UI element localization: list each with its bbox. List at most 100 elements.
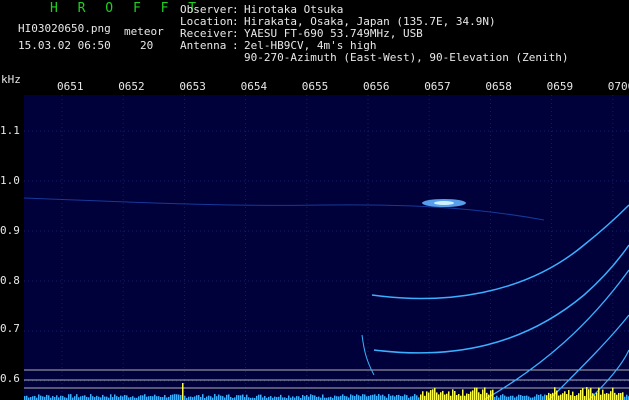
y-axis-unit: kHz bbox=[1, 73, 21, 86]
noise-bar bbox=[336, 396, 338, 400]
noise-bar bbox=[62, 396, 64, 400]
noise-bar bbox=[116, 396, 118, 400]
noise-bar bbox=[238, 395, 240, 400]
noise-bar bbox=[358, 395, 360, 400]
noise-bar bbox=[584, 395, 586, 400]
noise-bar bbox=[426, 391, 428, 400]
noise-bar bbox=[298, 396, 300, 400]
file-name: HI03020650.png bbox=[18, 22, 111, 35]
noise-bar bbox=[442, 390, 444, 400]
noise-bar bbox=[104, 396, 106, 400]
noise-bar bbox=[354, 396, 356, 400]
noise-bar bbox=[132, 396, 134, 400]
spectrogram-plot bbox=[24, 95, 629, 400]
noise-bar bbox=[594, 395, 596, 400]
noise-bar bbox=[604, 393, 606, 400]
date-time: 15.03.02 06:50 bbox=[18, 39, 111, 52]
x-tick-label: 0657 bbox=[424, 80, 451, 93]
noise-bar bbox=[480, 394, 482, 400]
noise-floor bbox=[24, 383, 629, 400]
noise-bar bbox=[38, 394, 40, 400]
noise-bar bbox=[342, 394, 344, 400]
noise-bar bbox=[228, 394, 230, 400]
noise-bar bbox=[450, 395, 452, 400]
x-tick-label: 0653 bbox=[179, 80, 206, 93]
noise-bar bbox=[370, 395, 372, 400]
noise-bar bbox=[454, 391, 456, 400]
noise-bar bbox=[26, 395, 28, 400]
noise-bar bbox=[396, 394, 398, 400]
noise-bar bbox=[374, 394, 376, 400]
noise-bar bbox=[440, 392, 442, 400]
noise-bar bbox=[246, 394, 248, 400]
noise-bar bbox=[362, 394, 364, 400]
noise-bar bbox=[398, 394, 400, 400]
noise-bar bbox=[544, 394, 546, 400]
spectrogram-svg bbox=[24, 95, 629, 400]
x-tick-label: 0652 bbox=[118, 80, 145, 93]
noise-bar bbox=[258, 394, 260, 400]
noise-bar bbox=[410, 396, 412, 400]
noise-bar bbox=[280, 394, 282, 400]
noise-bar bbox=[170, 394, 172, 400]
noise-bar bbox=[84, 395, 86, 400]
noise-bar bbox=[388, 394, 390, 400]
noise-bar bbox=[434, 387, 436, 400]
noise-bar bbox=[176, 394, 178, 400]
noise-bar bbox=[296, 396, 298, 400]
noise-bar bbox=[592, 393, 594, 400]
noise-bar bbox=[576, 395, 578, 400]
noise-bar bbox=[292, 396, 294, 400]
noise-bar bbox=[158, 396, 160, 400]
noise-bar bbox=[518, 394, 520, 400]
noise-bar bbox=[622, 392, 624, 400]
noise-bar bbox=[448, 391, 450, 400]
noise-bar bbox=[384, 396, 386, 400]
noise-bar bbox=[264, 396, 266, 400]
noise-bar bbox=[618, 393, 620, 400]
noise-bar bbox=[338, 396, 340, 400]
doppler-curve-1 bbox=[371, 204, 629, 300]
noise-bar bbox=[302, 394, 304, 400]
noise-bar bbox=[208, 395, 210, 400]
noise-bar bbox=[526, 395, 528, 400]
noise-bar bbox=[180, 395, 182, 400]
noise-bar bbox=[540, 394, 542, 400]
noise-bar bbox=[216, 396, 218, 400]
noise-bar bbox=[352, 395, 354, 400]
y-tick-label: 0.7 bbox=[0, 322, 20, 335]
noise-bar bbox=[478, 392, 480, 400]
noise-bar bbox=[308, 396, 310, 400]
noise-bar bbox=[220, 395, 222, 400]
noise-bar bbox=[334, 395, 336, 400]
noise-bar bbox=[502, 394, 504, 400]
noise-bar bbox=[484, 387, 486, 400]
noise-bar bbox=[360, 396, 362, 400]
noise-bar bbox=[492, 389, 494, 400]
noise-bar bbox=[174, 394, 176, 400]
x-tick-label: 0700 bbox=[607, 80, 629, 93]
noise-bar bbox=[80, 396, 82, 400]
noise-bar bbox=[312, 395, 314, 400]
noise-bar bbox=[488, 394, 490, 400]
noise-bar bbox=[616, 394, 618, 400]
x-tick-label: 0658 bbox=[485, 80, 512, 93]
noise-bar bbox=[40, 395, 42, 400]
noise-spike bbox=[182, 383, 184, 400]
noise-bar bbox=[260, 394, 262, 400]
x-tick-label: 0654 bbox=[240, 80, 268, 93]
meta-key: Antenna bbox=[180, 39, 227, 52]
noise-bar bbox=[346, 396, 348, 400]
noise-bar bbox=[496, 395, 498, 400]
noise-bar bbox=[586, 387, 588, 400]
noise-bar bbox=[288, 395, 290, 400]
noise-bar bbox=[306, 395, 308, 400]
noise-bar bbox=[462, 389, 464, 400]
noise-bar bbox=[210, 396, 212, 400]
noise-bar bbox=[356, 394, 358, 400]
noise-bar bbox=[42, 396, 44, 400]
noise-bar bbox=[164, 395, 166, 400]
noise-bar bbox=[76, 394, 78, 400]
noise-bar bbox=[90, 394, 92, 400]
noise-bar bbox=[468, 393, 470, 400]
